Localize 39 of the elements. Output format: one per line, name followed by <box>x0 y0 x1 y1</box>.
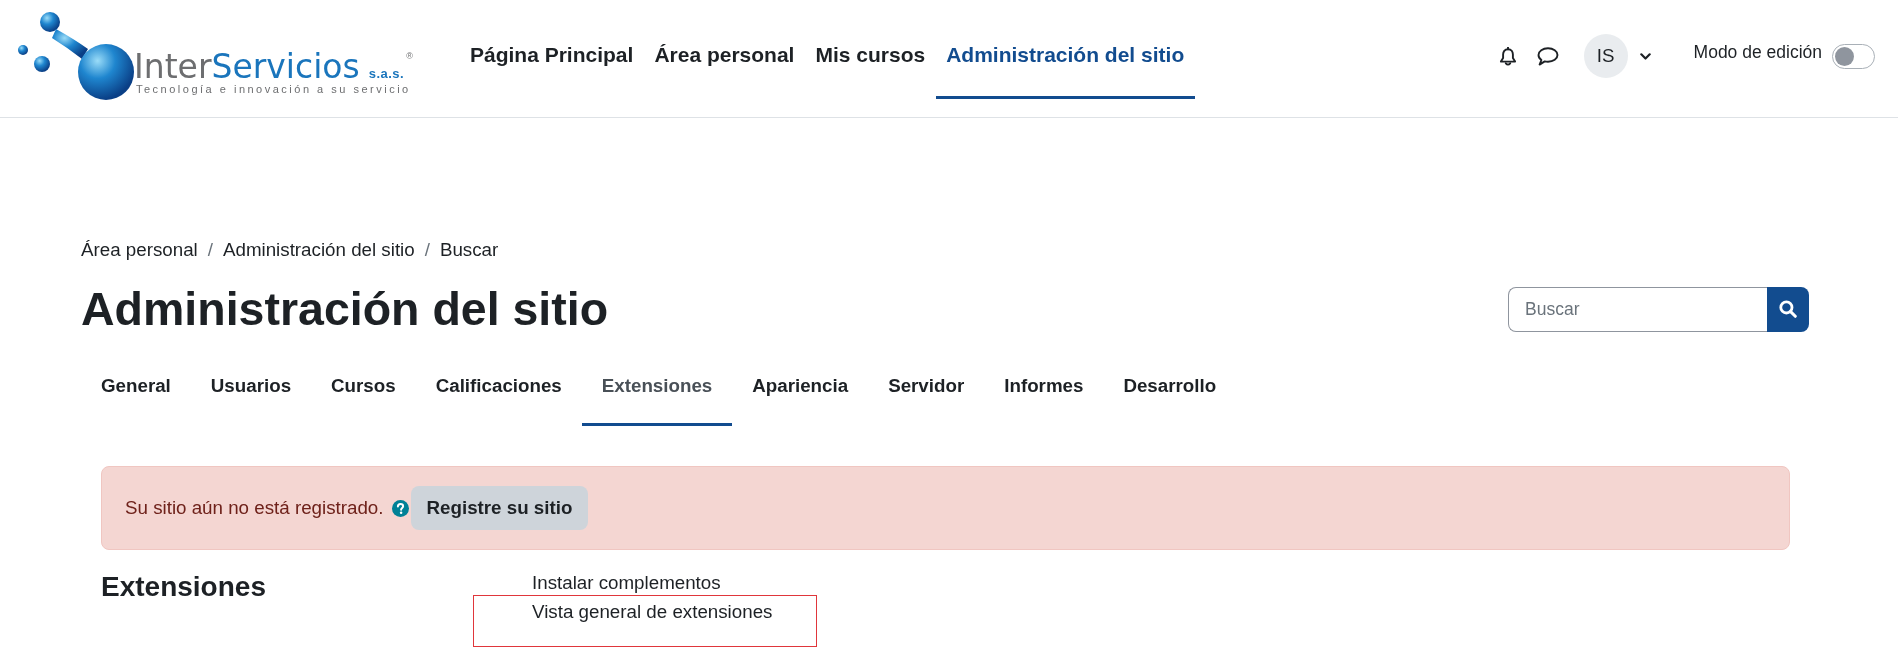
tab[interactable]: Usuarios <box>190 355 312 426</box>
breadcrumb-separator: / <box>424 239 430 262</box>
breadcrumb-link[interactable]: Administración del sitio <box>222 239 415 262</box>
section-link[interactable]: Vista general de extensiones <box>532 601 773 622</box>
logo-suffix: s.a.s. <box>368 66 405 81</box>
bubbles-logo-icon <box>18 12 134 100</box>
search-icon <box>1779 300 1797 318</box>
search-button[interactable] <box>1767 286 1809 332</box>
tab[interactable]: Informes <box>984 355 1104 426</box>
help-icon[interactable] <box>391 499 409 517</box>
edit-mode-label: Modo de edición <box>1693 42 1822 63</box>
tab[interactable]: General <box>81 355 191 426</box>
bell-icon[interactable] <box>1498 46 1517 66</box>
section-heading: Extensiones <box>101 570 267 604</box>
tab[interactable]: Cursos <box>311 355 416 426</box>
breadcrumb-link[interactable]: Área personal <box>81 239 198 262</box>
registered-mark: ® <box>406 52 413 61</box>
register-button[interactable]: Registre su sitio <box>410 486 589 530</box>
tab[interactable]: Apariencia <box>732 355 869 426</box>
page-title: Administración del sitio <box>81 282 609 337</box>
search-field[interactable]: Buscar <box>1508 286 1767 332</box>
user-avatar[interactable]: IS <box>1583 34 1628 78</box>
chevron-down-icon[interactable] <box>1639 52 1651 60</box>
tab[interactable]: Servidor <box>868 355 985 426</box>
speech-bubble-icon[interactable] <box>1536 46 1559 66</box>
tab[interactable]: Calificaciones <box>415 355 582 426</box>
tab[interactable]: Desarrollo <box>1103 355 1237 426</box>
nav-link[interactable]: Área personal <box>643 0 805 99</box>
breadcrumb-separator: / <box>207 239 213 262</box>
logo-tagline: Tecnología e innovación a su servicio <box>136 83 412 95</box>
nav-link[interactable]: Página Principal <box>459 0 644 99</box>
alert-message: Su sitio aún no está registrado. <box>125 496 384 520</box>
nav-link[interactable]: Mis cursos <box>804 0 936 99</box>
logo-wordmark: InterServicios <box>134 50 360 83</box>
nav-link[interactable]: Administración del sitio <box>935 0 1195 99</box>
section-link[interactable]: Instalar complementos <box>532 572 721 593</box>
tab[interactable]: Extensiones <box>581 355 733 426</box>
breadcrumb-current: Buscar <box>439 239 499 262</box>
edit-mode-toggle[interactable] <box>1832 43 1875 69</box>
